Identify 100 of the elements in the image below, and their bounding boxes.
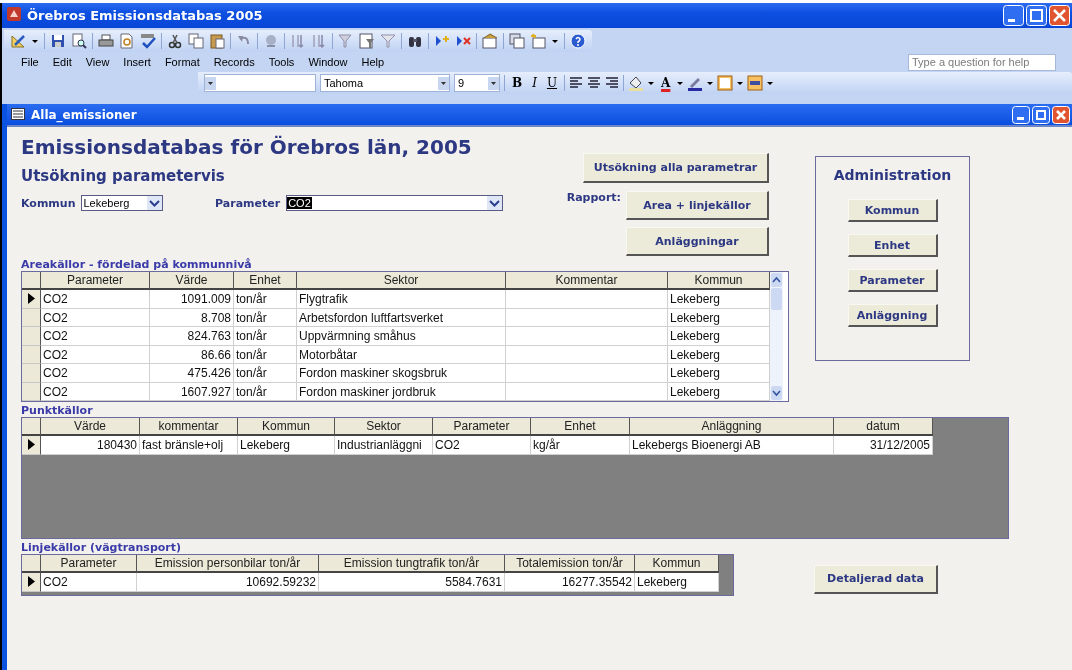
column-header: Emission personbilar ton/år — [137, 555, 319, 573]
special-effect-icon[interactable] — [747, 75, 764, 91]
align-center-icon[interactable] — [587, 75, 602, 91]
scroll-down-icon[interactable] — [770, 385, 783, 401]
table-cell: CO2 — [433, 436, 531, 455]
font-size-dropdown[interactable]: 9 — [454, 74, 500, 92]
sort-ascending-icon[interactable] — [290, 33, 306, 49]
form-filter-icon[interactable] — [359, 33, 375, 49]
properties-icon[interactable] — [482, 33, 498, 49]
printer-icon[interactable] — [98, 33, 114, 49]
menu-item[interactable]: Window — [301, 54, 355, 70]
section-title: Areakällor - fördelad på kommunnivå — [21, 258, 253, 271]
search-all-button[interactable]: Utsökning alla parametrar — [583, 153, 769, 183]
table-cell: CO2 — [41, 290, 150, 309]
column-header: Sektor — [297, 272, 506, 290]
form-subheading: Utsökning parametervis — [21, 167, 226, 185]
text-style-button[interactable]: U — [543, 76, 561, 90]
table-cell: ton/år — [234, 364, 297, 383]
column-header: Kommentar — [506, 272, 668, 290]
menu-item[interactable]: Format — [157, 54, 207, 70]
table-cell: CO2 — [41, 364, 150, 383]
maximize-icon[interactable] — [1032, 105, 1050, 124]
align-right-icon[interactable] — [605, 75, 620, 91]
report-label: Rapport: — [566, 191, 621, 206]
sort-descending-icon[interactable] — [311, 33, 327, 49]
spellcheck-icon[interactable] — [140, 33, 156, 49]
table-cell: 31/12/2005 — [834, 436, 933, 455]
menu-item[interactable]: View — [78, 54, 117, 70]
app-icon — [6, 5, 22, 22]
menu-item[interactable]: Edit — [45, 54, 79, 70]
table-cell: Lekeberg — [668, 364, 770, 383]
report-button[interactable]: Anläggningar — [626, 227, 769, 256]
admin-button[interactable]: Enhet — [847, 234, 938, 257]
table-cell: 10692.59232 — [137, 573, 319, 592]
page-magnifier-icon[interactable] — [71, 33, 87, 49]
detail-data-button[interactable]: Detaljerad data — [814, 564, 938, 594]
scrollbar[interactable] — [770, 272, 783, 401]
column-header: Värde — [150, 272, 234, 290]
scroll-up-icon[interactable] — [770, 272, 783, 288]
section-title: Punktkällor — [21, 404, 94, 417]
help-icon[interactable] — [570, 33, 586, 49]
filter-icon[interactable] — [380, 33, 396, 49]
help-search-field[interactable]: Type a question for help — [908, 53, 1056, 71]
print-preview-icon[interactable] — [119, 33, 135, 49]
window-title: Örebros Emissionsdatabas 2005 — [27, 8, 264, 23]
record-selector[interactable] — [22, 436, 41, 455]
menu-item[interactable]: Insert — [116, 54, 158, 70]
restore-icon[interactable] — [1026, 5, 1047, 26]
scrollbar-thumb[interactable] — [771, 288, 782, 310]
menu-item[interactable]: Help — [354, 54, 392, 70]
minimize-icon[interactable] — [1012, 105, 1030, 124]
new-record-icon[interactable] — [434, 33, 450, 49]
paste-icon[interactable] — [209, 33, 225, 49]
font-color-button[interactable]: A — [658, 76, 674, 90]
copy-icon[interactable] — [188, 33, 204, 49]
admin-button[interactable]: Kommun — [847, 199, 938, 222]
scissors-icon[interactable] — [167, 33, 183, 49]
column-header: Enhet — [234, 272, 297, 290]
database-window-icon[interactable] — [509, 33, 525, 49]
filter-dropdown[interactable]: CO2 — [286, 195, 503, 211]
align-left-icon[interactable] — [569, 75, 584, 91]
table-cell: Industrianläggni — [335, 436, 433, 455]
fill-color-icon[interactable] — [628, 75, 645, 91]
delete-record-icon[interactable] — [455, 33, 471, 49]
minimize-icon[interactable] — [1003, 5, 1024, 26]
form-icon — [11, 108, 25, 120]
record-selector[interactable] — [22, 290, 41, 309]
filter-dropdown[interactable]: Lekeberg — [81, 195, 164, 211]
form-window-title: Alla_emissioner — [31, 107, 138, 122]
line-color-icon[interactable] — [687, 75, 704, 91]
form-heading: Emissionsdatabas för Örebros län, 2005 — [21, 135, 473, 159]
record-selector[interactable] — [22, 364, 41, 383]
section-title: Linjekällor (vägtransport) — [21, 541, 183, 554]
column-header: kommentar — [140, 418, 238, 436]
menu-item[interactable]: Records — [206, 54, 262, 70]
record-selector-header — [22, 555, 41, 573]
table-cell: kg/år — [531, 436, 630, 455]
text-style-button[interactable]: I — [529, 76, 540, 90]
close-icon[interactable] — [1052, 105, 1070, 124]
table-cell: Flygtrafik — [297, 290, 506, 309]
table-cell: ton/år — [234, 327, 297, 346]
admin-button[interactable]: Anläggning — [847, 304, 938, 327]
column-header: Anläggning — [630, 418, 834, 436]
text-style-button[interactable]: B — [509, 76, 526, 90]
table-cell: Lekeberg — [668, 327, 770, 346]
report-button[interactable]: Area + linjekällor — [626, 191, 769, 220]
admin-button[interactable]: Parameter — [847, 269, 938, 292]
menu-item[interactable]: File — [14, 54, 46, 70]
record-selector-header — [22, 418, 41, 436]
table-cell: Lekeberg — [238, 436, 335, 455]
record-selector-header — [22, 272, 41, 290]
new-object-icon[interactable] — [530, 33, 546, 49]
floppy-icon[interactable] — [50, 33, 66, 49]
font-dropdown[interactable]: Tahoma — [320, 74, 450, 92]
record-selector[interactable] — [22, 327, 41, 346]
close-icon[interactable] — [1049, 5, 1070, 26]
record-selector[interactable] — [22, 573, 41, 592]
menu-item[interactable]: Tools — [261, 54, 302, 70]
table-cell: 824.763 — [150, 327, 234, 346]
pencil-ruler-icon[interactable] — [10, 33, 26, 49]
